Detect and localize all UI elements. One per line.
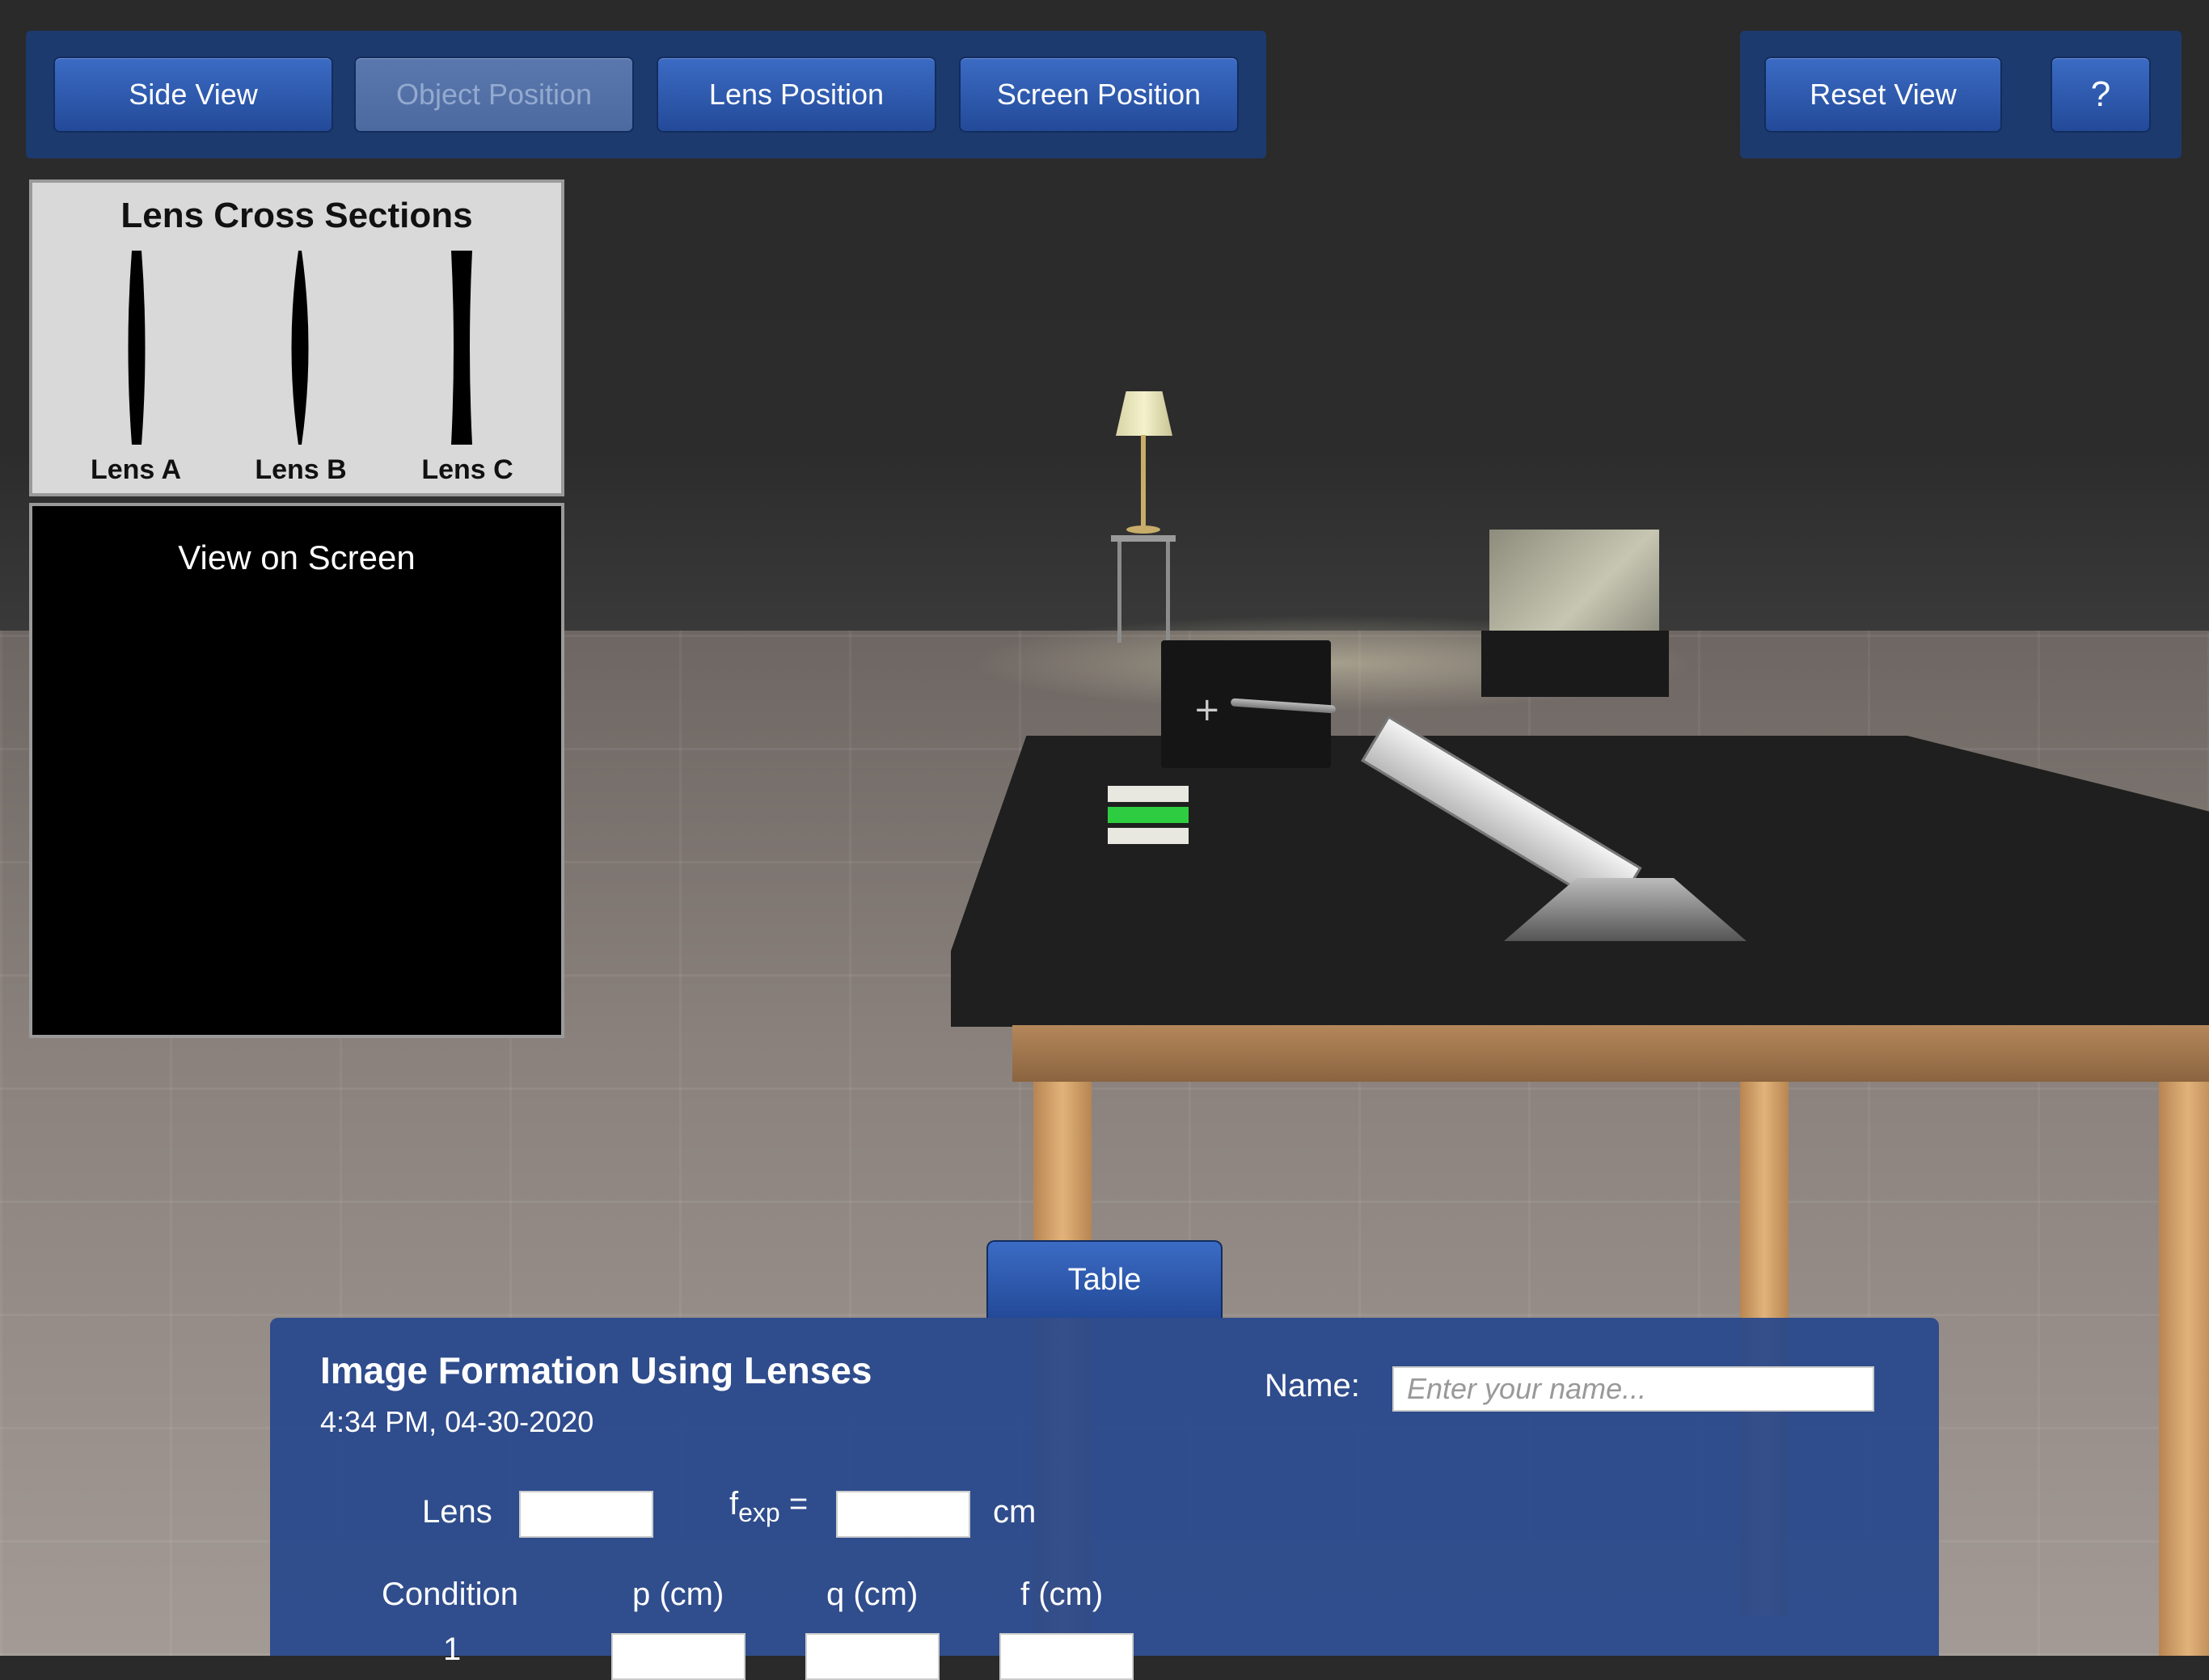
column-header-q: q (cm) <box>826 1577 919 1612</box>
lamp-pole <box>1141 435 1146 532</box>
reset-view-button[interactable]: Reset View <box>1764 57 2002 133</box>
object-position-button[interactable]: Object Position <box>354 57 634 133</box>
side-table-top <box>1111 535 1176 542</box>
fexp-label: fexp = <box>729 1486 808 1528</box>
side-table-leg <box>1166 542 1170 643</box>
fexp-equals: = <box>788 1486 809 1522</box>
utility-toolbar: Reset View ? <box>1740 31 2182 158</box>
lens-holder-selected[interactable] <box>1108 807 1189 823</box>
fexp-symbol: f <box>729 1486 739 1522</box>
f-input-row-1[interactable] <box>999 1633 1134 1680</box>
q-input-row-1[interactable] <box>805 1633 940 1680</box>
name-label: Name: <box>1265 1368 1360 1404</box>
lens-c-label: Lens C <box>421 454 513 485</box>
p-input-row-1[interactable] <box>611 1633 745 1680</box>
lens-c-shape[interactable] <box>450 251 474 445</box>
crosshair-icon: + <box>1193 691 1221 728</box>
lens-holder[interactable] <box>1108 828 1189 844</box>
view-on-screen-panel: View on Screen <box>29 503 564 1038</box>
lamp-base <box>1126 526 1160 534</box>
view-on-screen-title: View on Screen <box>178 538 416 576</box>
name-input[interactable] <box>1392 1366 1874 1412</box>
lens-a-shape[interactable] <box>125 251 149 445</box>
lens-b-shape[interactable] <box>288 251 312 445</box>
column-header-condition: Condition <box>382 1577 519 1612</box>
lens-field-label: Lens <box>422 1494 492 1530</box>
lens-position-button[interactable]: Lens Position <box>657 57 936 133</box>
lab-desk-leg <box>2159 1082 2209 1656</box>
fexp-input[interactable] <box>836 1491 970 1538</box>
view-toolbar: Side View Object Position Lens Position … <box>26 31 1266 158</box>
screen-holder <box>1481 631 1669 697</box>
lens-b-label: Lens B <box>255 454 347 485</box>
lens-holder[interactable] <box>1108 786 1189 802</box>
lens-cross-sections-panel: Lens Cross Sections Lens A Lens B Lens C <box>29 179 564 496</box>
screen-position-button[interactable]: Screen Position <box>959 57 1239 133</box>
table-title: Image Formation Using Lenses <box>320 1349 872 1391</box>
fexp-unit: cm <box>993 1494 1037 1530</box>
fexp-subscript: exp <box>738 1498 780 1527</box>
lens-selector-stack[interactable] <box>1108 786 1189 849</box>
column-header-p: p (cm) <box>632 1577 724 1612</box>
row-number: 1 <box>443 1631 462 1667</box>
data-table-panel: Image Formation Using Lenses 4:34 PM, 04… <box>270 1318 1939 1680</box>
lab-desk-edge <box>1012 1025 2209 1082</box>
table-tab-button[interactable]: Table <box>986 1240 1223 1318</box>
lens-panel-title: Lens Cross Sections <box>120 196 473 235</box>
help-button[interactable]: ? <box>2051 57 2151 133</box>
lens-field-input[interactable] <box>519 1491 653 1538</box>
side-table-leg <box>1117 542 1121 643</box>
table-timestamp: 4:34 PM, 04-30-2020 <box>320 1405 594 1438</box>
side-view-button[interactable]: Side View <box>53 57 333 133</box>
lens-a-label: Lens A <box>90 454 182 485</box>
column-header-f: f (cm) <box>1020 1577 1104 1612</box>
